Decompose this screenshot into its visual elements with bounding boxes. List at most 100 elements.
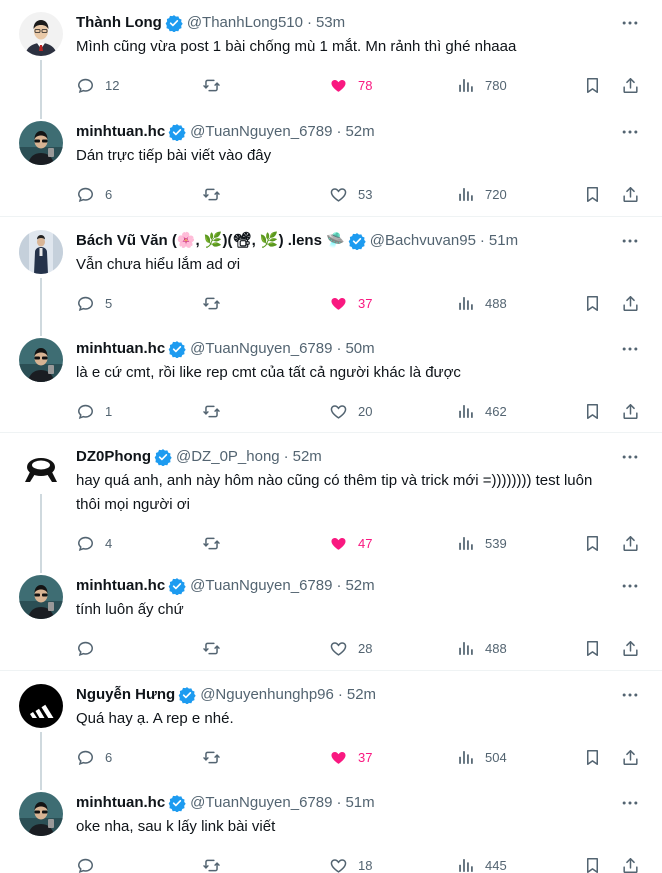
timestamp[interactable]: 52m <box>345 122 374 142</box>
bookmark-button[interactable] <box>583 531 602 555</box>
views-button[interactable]: 488 <box>456 636 507 660</box>
username-handle[interactable]: @ThanhLong510 <box>187 13 303 33</box>
bookmark-button[interactable] <box>583 745 602 769</box>
views-button[interactable]: 720 <box>456 182 507 206</box>
reply-button[interactable]: 5 <box>76 291 112 315</box>
avatar[interactable] <box>19 230 63 274</box>
display-name[interactable]: minhtuan.hc <box>76 122 165 142</box>
display-name[interactable]: minhtuan.hc <box>76 339 165 359</box>
views-button[interactable]: 445 <box>456 853 507 873</box>
more-options-icon[interactable] <box>620 13 640 33</box>
like-button[interactable]: 20 <box>329 399 372 423</box>
avatar[interactable] <box>19 121 63 165</box>
tweet-header: minhtuan.hc @TuanNguyen_6789 · 52m <box>76 575 612 597</box>
tweet[interactable]: Bách Vũ Văn (🌸, 🌿)(📽, 🌿) .lens 🛸 @Bachvuv… <box>0 218 662 311</box>
avatar[interactable] <box>19 446 63 490</box>
display-name[interactable]: Thành Long <box>76 13 162 33</box>
more-options-icon[interactable] <box>620 793 640 813</box>
username-handle[interactable]: @TuanNguyen_6789 <box>190 122 332 142</box>
avatar[interactable] <box>19 684 63 728</box>
more-options-icon[interactable] <box>620 685 640 705</box>
avatar[interactable] <box>19 575 63 619</box>
bookmark-button[interactable] <box>583 636 602 660</box>
share-button[interactable] <box>621 745 640 769</box>
more-options-icon[interactable] <box>620 576 640 596</box>
like-button[interactable]: 18 <box>329 853 372 873</box>
retweet-button[interactable] <box>202 291 231 315</box>
reply-button[interactable]: 1 <box>76 399 112 423</box>
reply-button[interactable]: 12 <box>76 73 119 97</box>
views-button[interactable]: 462 <box>456 399 507 423</box>
display-name[interactable]: Nguyễn Hưng <box>76 685 175 705</box>
retweet-button[interactable] <box>202 182 231 206</box>
share-button[interactable] <box>621 291 640 315</box>
timestamp[interactable]: 52m <box>347 685 376 705</box>
reply-tweet[interactable]: minhtuan.hc @TuanNguyen_6789 · 50m là e cứ c… <box>0 326 662 419</box>
retweet-button[interactable] <box>202 853 231 873</box>
tweet-text: Vẫn chưa hiểu lắm ad ơi <box>76 256 241 273</box>
views-button[interactable]: 504 <box>456 745 507 769</box>
display-name[interactable]: DZ0Phong <box>76 447 151 467</box>
like-button[interactable]: 47 <box>329 531 372 555</box>
display-name[interactable]: Bách Vũ Văn (🌸, 🌿)(📽, 🌿) .lens 🛸 <box>76 231 345 251</box>
share-button[interactable] <box>621 182 640 206</box>
like-button[interactable]: 28 <box>329 636 372 660</box>
views-button[interactable]: 488 <box>456 291 507 315</box>
views-button[interactable]: 539 <box>456 531 507 555</box>
timestamp[interactable]: 52m <box>345 576 374 596</box>
tweet[interactable]: DZ0Phong @DZ_0P_hong · 52m hay quá anh, anh … <box>0 434 662 551</box>
reply-tweet[interactable]: minhtuan.hc @TuanNguyen_6789 · 52m tính luôn… <box>0 563 662 656</box>
tweet[interactable]: Thành Long @ThanhLong510 · 53m Mình cũng vừa… <box>0 0 662 93</box>
more-options-icon[interactable] <box>620 122 640 142</box>
reply-button[interactable]: 6 <box>76 745 112 769</box>
more-options-icon[interactable] <box>620 447 640 467</box>
avatar[interactable] <box>19 12 63 56</box>
username-handle[interactable]: @TuanNguyen_6789 <box>190 793 332 813</box>
username-handle[interactable]: @Bachvuvan95 <box>370 231 476 251</box>
username-handle[interactable]: @Nguyenhunghp96 <box>200 685 334 705</box>
bookmark-button[interactable] <box>583 182 602 206</box>
reply-button[interactable]: 6 <box>76 182 112 206</box>
share-button[interactable] <box>621 73 640 97</box>
reply-button[interactable] <box>76 853 105 873</box>
timestamp[interactable]: 53m <box>316 13 345 33</box>
like-button[interactable]: 53 <box>329 182 372 206</box>
bookmark-button[interactable] <box>583 73 602 97</box>
views-count: 488 <box>485 640 507 656</box>
tweet[interactable]: Nguyễn Hưng @Nguyenhunghp96 · 52m Quá hay ạ.… <box>0 672 662 765</box>
share-button[interactable] <box>621 636 640 660</box>
retweet-button[interactable] <box>202 745 231 769</box>
timestamp[interactable]: 51m <box>489 231 518 251</box>
verified-badge-icon <box>168 794 186 813</box>
share-button[interactable] <box>621 399 640 423</box>
reply-button[interactable]: 4 <box>76 531 112 555</box>
timestamp[interactable]: 50m <box>345 339 374 359</box>
retweet-button[interactable] <box>202 73 231 97</box>
bookmark-button[interactable] <box>583 399 602 423</box>
like-button[interactable]: 37 <box>329 745 372 769</box>
avatar[interactable] <box>19 792 63 836</box>
username-handle[interactable]: @TuanNguyen_6789 <box>190 339 332 359</box>
more-options-icon[interactable] <box>620 231 640 251</box>
share-button[interactable] <box>621 853 640 873</box>
display-name[interactable]: minhtuan.hc <box>76 576 165 596</box>
username-handle[interactable]: @DZ_0P_hong <box>176 447 280 467</box>
retweet-button[interactable] <box>202 399 231 423</box>
reply-tweet[interactable]: minhtuan.hc @TuanNguyen_6789 · 51m oke nha, … <box>0 780 662 873</box>
reply-tweet[interactable]: minhtuan.hc @TuanNguyen_6789 · 52m Dán trực … <box>0 109 662 202</box>
views-button[interactable]: 780 <box>456 73 507 97</box>
timestamp[interactable]: 52m <box>293 447 322 467</box>
avatar[interactable] <box>19 338 63 382</box>
retweet-button[interactable] <box>202 531 231 555</box>
timestamp[interactable]: 51m <box>345 793 374 813</box>
reply-button[interactable] <box>76 636 105 660</box>
retweet-button[interactable] <box>202 636 231 660</box>
more-options-icon[interactable] <box>620 339 640 359</box>
like-button[interactable]: 37 <box>329 291 372 315</box>
username-handle[interactable]: @TuanNguyen_6789 <box>190 576 332 596</box>
bookmark-button[interactable] <box>583 291 602 315</box>
share-button[interactable] <box>621 531 640 555</box>
bookmark-button[interactable] <box>583 853 602 873</box>
display-name[interactable]: minhtuan.hc <box>76 793 165 813</box>
like-button[interactable]: 78 <box>329 73 372 97</box>
